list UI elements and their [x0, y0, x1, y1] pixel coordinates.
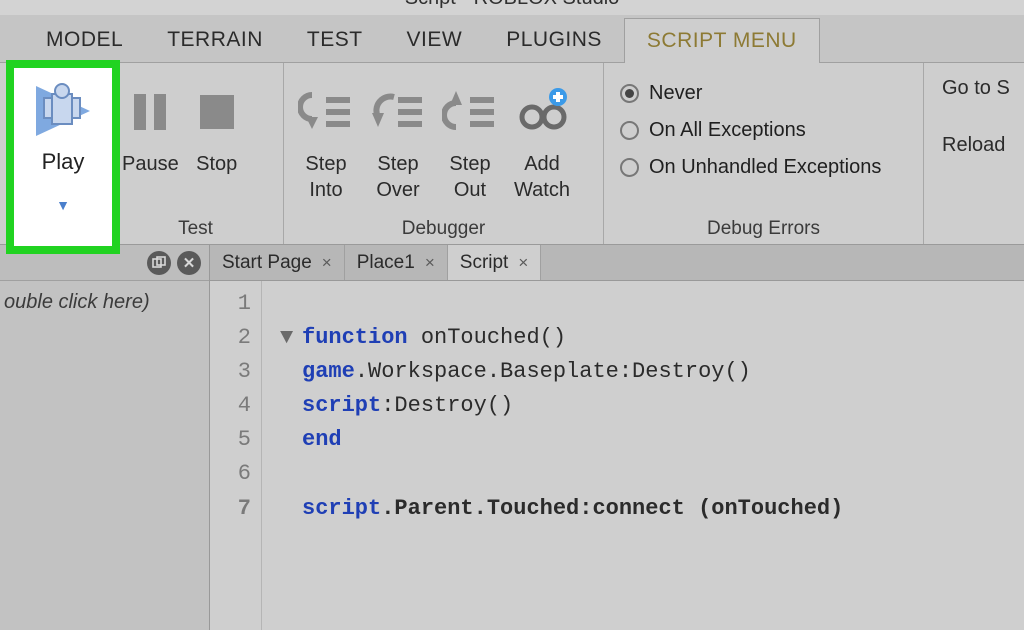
- reload-button[interactable]: Reload: [942, 126, 1010, 183]
- step-over-button[interactable]: Step Over: [362, 69, 434, 207]
- stop-label: Stop: [196, 151, 237, 177]
- doc-tab-script[interactable]: Script ×: [448, 245, 542, 280]
- step-over-icon: [370, 73, 426, 151]
- step-into-icon: [298, 73, 354, 151]
- code-content[interactable]: ▼function onTouched()game.Workspace.Base…: [262, 281, 1024, 630]
- play-icon: [30, 80, 96, 147]
- ribbon-group-debugger: Step Into Step Over: [284, 63, 604, 244]
- radio-never-label: Never: [649, 82, 702, 105]
- tab-view[interactable]: VIEW: [385, 18, 485, 62]
- popout-icon[interactable]: [147, 251, 171, 275]
- code-editor[interactable]: 1234567 ▼function onTouched()game.Worksp…: [210, 281, 1024, 630]
- window-title-bar: Script - ROBLOX Studio: [0, 0, 1024, 15]
- pause-icon: [128, 73, 172, 151]
- doc-tab-label: Start Page: [222, 252, 312, 274]
- ribbon-group-debug-errors: Never On All Exceptions On Unhandled Exc…: [604, 63, 924, 244]
- tab-test[interactable]: TEST: [285, 18, 385, 62]
- ribbon-group-right: Go to S Reload: [924, 63, 1014, 244]
- step-out-button[interactable]: Step Out: [434, 69, 506, 207]
- tab-terrain[interactable]: TERRAIN: [145, 18, 285, 62]
- close-icon[interactable]: ×: [425, 253, 435, 273]
- side-panel: ✕ ouble click here): [0, 245, 210, 630]
- ribbon-group-debug-errors-label: Debug Errors: [610, 216, 917, 240]
- close-icon[interactable]: ×: [518, 253, 528, 273]
- window-title: Script - ROBLOX Studio: [405, 0, 620, 9]
- tab-plugins[interactable]: PLUGINS: [484, 18, 624, 62]
- line-number-gutter: 1234567: [210, 281, 262, 630]
- play-label: Play: [42, 149, 85, 175]
- debug-errors-radio-list: Never On All Exceptions On Unhandled Exc…: [610, 69, 917, 186]
- step-out-icon: [442, 73, 498, 151]
- stop-icon: [195, 73, 239, 151]
- menu-tab-bar: MODEL TERRAIN TEST VIEW PLUGINS SCRIPT M…: [0, 15, 1024, 63]
- tab-model[interactable]: MODEL: [24, 18, 145, 62]
- step-out-label: Step Out: [449, 151, 490, 203]
- radio-icon: [620, 121, 639, 140]
- add-watch-icon: [514, 73, 570, 151]
- ribbon-group-debugger-label: Debugger: [290, 216, 597, 240]
- goto-button[interactable]: Go to S: [942, 69, 1010, 126]
- ribbon-group-test-label: Test: [114, 216, 277, 240]
- document-tab-bar: Start Page × Place1 × Script ×: [210, 245, 1024, 281]
- close-icon[interactable]: ×: [322, 253, 332, 273]
- add-watch-button[interactable]: Add Watch: [506, 69, 578, 207]
- doc-tab-label: Script: [460, 252, 509, 274]
- step-over-label: Step Over: [376, 151, 419, 203]
- radio-never[interactable]: Never: [618, 75, 907, 112]
- step-into-label: Step Into: [305, 151, 346, 203]
- editor-area: ✕ ouble click here) Start Page × Place1 …: [0, 245, 1024, 630]
- radio-unhandled-exceptions[interactable]: On Unhandled Exceptions: [618, 149, 907, 186]
- stop-button[interactable]: Stop: [187, 69, 247, 181]
- pause-label: Pause: [122, 151, 179, 177]
- doc-tab-start-page[interactable]: Start Page ×: [210, 245, 345, 280]
- doc-tab-place1[interactable]: Place1 ×: [345, 245, 448, 280]
- side-panel-hint[interactable]: ouble click here): [0, 281, 209, 324]
- step-into-button[interactable]: Step Into: [290, 69, 362, 207]
- radio-all-exceptions[interactable]: On All Exceptions: [618, 112, 907, 149]
- editor-main: Start Page × Place1 × Script × 1234567 ▼…: [210, 245, 1024, 630]
- close-icon[interactable]: ✕: [177, 251, 201, 275]
- ribbon: Pause Stop Test: [0, 63, 1024, 245]
- radio-unhandled-label: On Unhandled Exceptions: [649, 156, 881, 179]
- tab-script-menu[interactable]: SCRIPT MENU: [624, 18, 820, 63]
- play-dropdown-arrow-icon[interactable]: ▼: [56, 197, 70, 213]
- pause-button[interactable]: Pause: [114, 69, 187, 181]
- radio-icon: [620, 158, 639, 177]
- play-button-highlight[interactable]: Play ▼: [6, 60, 120, 254]
- doc-tab-label: Place1: [357, 252, 415, 274]
- radio-all-exceptions-label: On All Exceptions: [649, 119, 806, 142]
- add-watch-label: Add Watch: [514, 151, 570, 203]
- radio-icon: [620, 84, 639, 103]
